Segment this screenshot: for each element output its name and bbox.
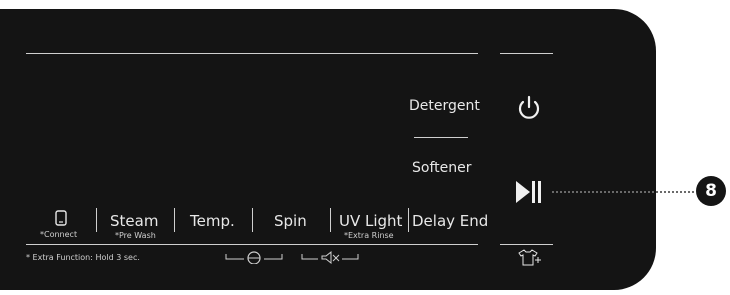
uv-light-label: UV Light bbox=[339, 212, 403, 230]
separator bbox=[330, 208, 331, 232]
detergent-label[interactable]: Detergent bbox=[409, 98, 480, 114]
detergent-softener-divider bbox=[414, 137, 468, 138]
steam-label: Steam bbox=[110, 212, 159, 230]
separator bbox=[96, 208, 97, 232]
right-top-divider bbox=[500, 53, 553, 54]
footnote: * Extra Function: Hold 3 sec. bbox=[26, 253, 140, 262]
mute-icon bbox=[300, 250, 360, 264]
temp-button[interactable]: Temp. bbox=[186, 212, 246, 234]
spin-label: Spin bbox=[274, 212, 307, 230]
callout-number-badge: 8 bbox=[696, 176, 726, 206]
separator bbox=[252, 208, 253, 232]
steam-button[interactable]: Steam *Pre Wash bbox=[106, 212, 166, 246]
child-lock-icon bbox=[224, 250, 284, 264]
right-bottom-divider bbox=[500, 244, 553, 245]
delay-end-button[interactable]: Delay End bbox=[412, 212, 488, 234]
separator bbox=[174, 208, 175, 232]
callout-leader-line bbox=[552, 191, 694, 193]
uv-light-sublabel: *Extra Rinse bbox=[344, 231, 394, 240]
steam-sublabel: *Pre Wash bbox=[115, 231, 156, 240]
spin-button[interactable]: Spin bbox=[268, 212, 318, 234]
top-divider bbox=[26, 53, 478, 54]
temp-label: Temp. bbox=[190, 212, 235, 230]
power-icon[interactable] bbox=[516, 94, 542, 122]
control-panel: Detergent Softener *Connect Steam *Pre W… bbox=[0, 9, 656, 290]
softener-label[interactable]: Softener bbox=[412, 160, 471, 176]
bottom-divider bbox=[26, 244, 478, 245]
uv-light-button[interactable]: UV Light *Extra Rinse bbox=[336, 212, 404, 246]
play-pause-icon[interactable] bbox=[516, 180, 544, 204]
smart-connect-button[interactable]: *Connect bbox=[38, 208, 88, 244]
separator bbox=[408, 208, 409, 232]
add-garment-icon[interactable] bbox=[516, 249, 542, 267]
connect-sublabel: *Connect bbox=[40, 230, 78, 239]
phone-icon bbox=[55, 210, 67, 226]
delay-end-label: Delay End bbox=[412, 212, 489, 230]
